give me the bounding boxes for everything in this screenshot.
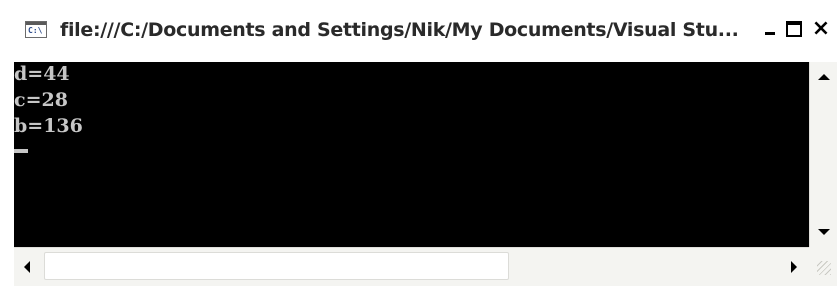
scroll-right-button[interactable]	[779, 248, 809, 286]
close-button[interactable]: ×	[810, 18, 832, 40]
text-cursor	[14, 149, 28, 153]
horizontal-scroll-thumb[interactable]	[44, 252, 509, 280]
maximize-button[interactable]	[783, 18, 805, 40]
title-bar[interactable]: C:\ file:///C:/Documents and Settings/Ni…	[0, 0, 837, 62]
output-line-d: d=44	[14, 63, 70, 85]
output-line-c: c=28	[14, 89, 68, 111]
horizontal-scrollbar[interactable]	[14, 247, 809, 286]
output-line-b: b=136	[14, 115, 83, 137]
icon-bar	[26, 22, 46, 25]
console-icon[interactable]: C:\	[25, 21, 47, 38]
scroll-left-button[interactable]	[14, 248, 44, 286]
console-output[interactable]: d=44 c=28 b=136	[14, 62, 809, 247]
window-title: file:///C:/Documents and Settings/Nik/My…	[60, 19, 739, 41]
minimize-button[interactable]	[760, 18, 782, 40]
resize-grip-icon[interactable]	[809, 247, 837, 286]
icon-text: C:\	[28, 26, 43, 35]
console-window: C:\ file:///C:/Documents and Settings/Ni…	[0, 0, 837, 286]
scroll-up-button[interactable]	[810, 66, 837, 90]
vertical-scrollbar[interactable]	[809, 62, 837, 247]
scroll-down-button[interactable]	[810, 219, 837, 243]
